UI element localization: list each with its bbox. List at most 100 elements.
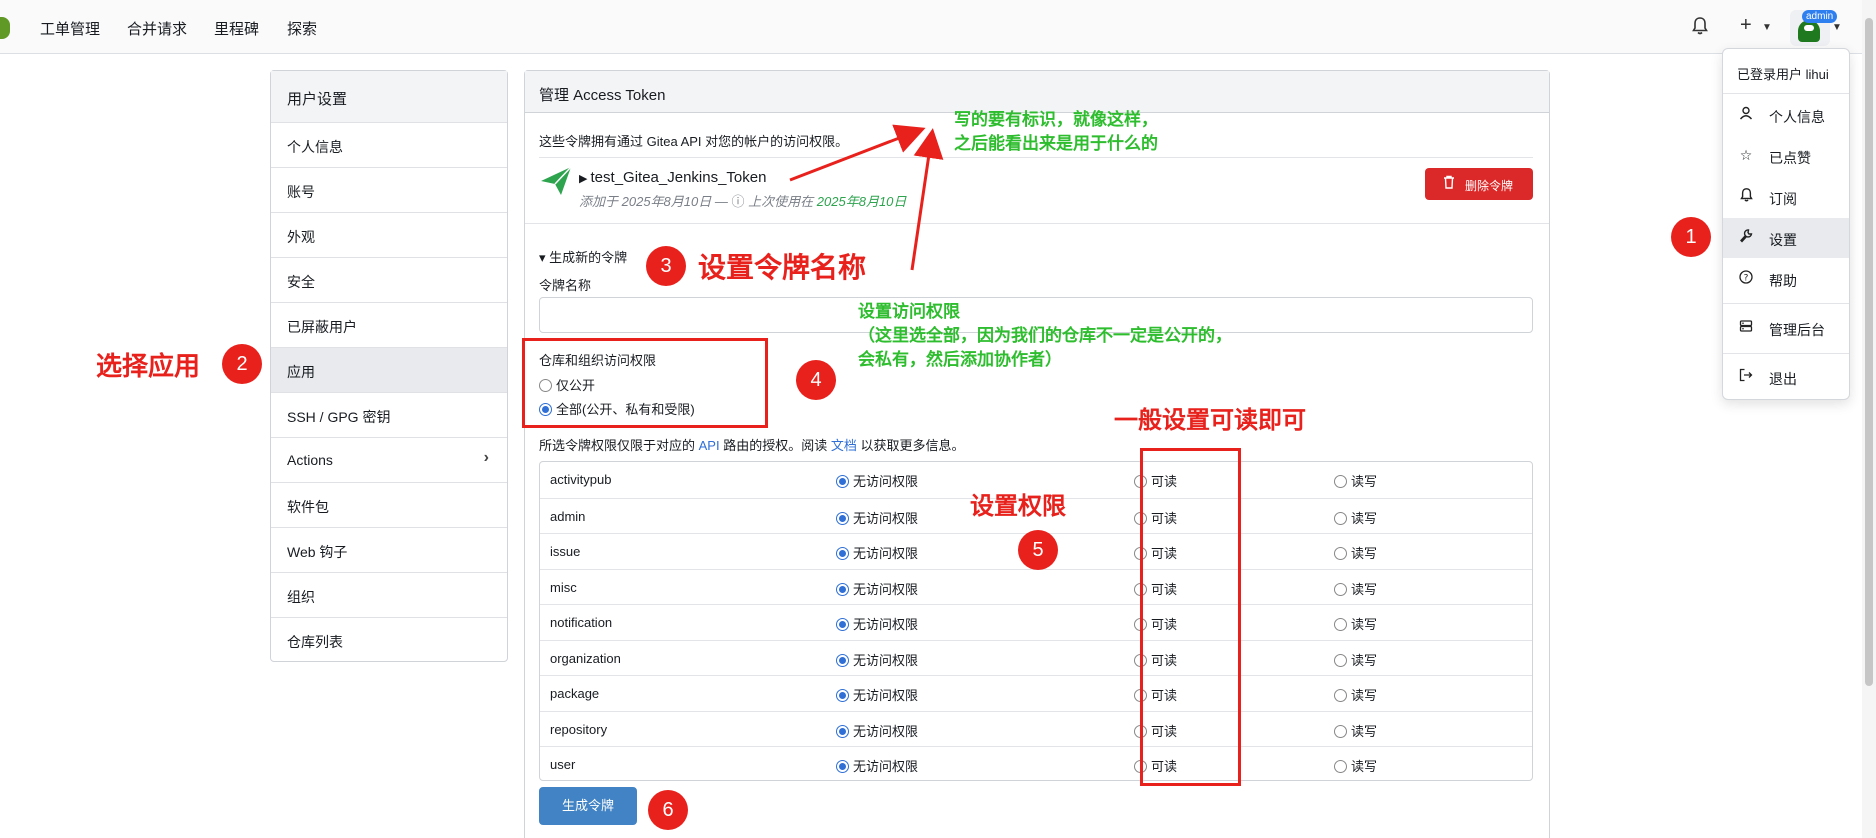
nav-issues[interactable]: 工单管理 [40,18,100,39]
option-no-access[interactable]: 无访问权限 [836,721,918,740]
option-no-access[interactable]: 无访问权限 [836,650,918,669]
radio-button[interactable] [1334,653,1347,667]
sidebar-item-repositories[interactable]: 仓库列表 [271,617,507,662]
permission-row-notification: notification 无访问权限 可读 读写 [540,604,1532,640]
nav-explore[interactable]: 探索 [287,18,317,39]
annotation-read-enough: 一般设置可读即可 [1114,407,1306,434]
annotation-access-hint: 设置访问权限 （这里选全部，因为我们的仓库不一定是公开的， 会私有，然后添加协作… [858,302,1232,369]
generate-token-button[interactable]: 生成令牌 [539,787,637,825]
nav-milestones[interactable]: 里程碑 [214,18,259,39]
radio-button-selected[interactable] [836,760,849,773]
sidebar-item-ssh-gpg-keys[interactable]: SSH / GPG 密钥 [271,392,507,437]
radio-button-selected[interactable] [836,475,849,488]
settings-sidebar: 用户设置 个人信息 账号 外观 安全 已屏蔽用户 应用 SSH / GPG 密钥… [270,70,508,662]
sidebar-item-appearance[interactable]: 外观 [271,212,507,257]
radio-button-selected[interactable] [836,547,849,560]
sidebar-header: 用户设置 [271,71,507,122]
scrollbar-thumb[interactable] [1865,18,1873,686]
radio-button-selected[interactable] [836,582,849,596]
option-no-access[interactable]: 无访问权限 [836,471,918,490]
permission-name: misc [550,579,577,595]
paper-plane-icon [541,166,572,195]
menu-item-profile[interactable]: 个人信息 [1723,95,1849,135]
token-meta: 添加于 2025年8月10日 — ⓘ 上次使用在 2025年8月10日 [579,194,907,209]
user-caret-icon[interactable]: ▼ [1832,22,1842,33]
gitea-logo[interactable] [0,17,10,39]
permission-name: notification [550,615,613,630]
sidebar-item-packages[interactable]: 软件包 [271,482,507,527]
create-caret-icon[interactable]: ▼ [1762,22,1772,33]
option-read-write[interactable]: 读写 [1334,471,1377,490]
menu-item-settings[interactable]: 设置 [1723,218,1849,258]
option-read-write[interactable]: 读写 [1334,650,1377,669]
user-icon [1737,106,1755,123]
generate-token-summary[interactable]: ▾ 生成新的令牌 [539,247,627,266]
radio-button[interactable] [1334,689,1347,702]
menu-item-site-admin[interactable]: 管理后台 [1723,308,1849,348]
sidebar-item-blocked-users[interactable]: 已屏蔽用户 [271,302,507,347]
menu-item-subscriptions[interactable]: 订阅 [1723,177,1849,217]
option-read-write[interactable]: 读写 [1334,756,1377,775]
chevron-right-icon: › [483,449,489,466]
option-no-access[interactable]: 无访问权限 [836,543,918,562]
option-read-write[interactable]: 读写 [1334,508,1377,527]
divider [1723,303,1849,304]
option-no-access[interactable]: 无访问权限 [836,579,918,598]
page: 工单管理 合并请求 里程碑 探索 + ▼ admin ▼ 已登录用户 lihui… [0,0,1876,838]
menu-item-sign-out[interactable]: 退出 [1723,357,1849,397]
sidebar-item-security[interactable]: 安全 [271,257,507,302]
step-marker-1: 1 [1671,217,1711,257]
notification-bell-icon[interactable] [1692,17,1708,35]
radio-button[interactable] [1334,724,1347,738]
sidebar-item-profile[interactable]: 个人信息 [271,122,507,167]
option-read-write[interactable]: 读写 [1334,579,1377,598]
sidebar-item-applications[interactable]: 应用 [271,347,507,392]
bell-icon [1737,188,1755,205]
api-link[interactable]: API [699,438,720,453]
radio-button[interactable] [1334,760,1347,773]
step-marker-3: 3 [646,246,686,286]
option-read-write[interactable]: 读写 [1334,721,1377,740]
option-read-write[interactable]: 读写 [1334,614,1377,633]
sidebar-item-organizations[interactable]: 组织 [271,572,507,617]
radio-button-selected[interactable] [836,618,849,631]
step-marker-4: 4 [796,360,836,400]
top-navbar: 工单管理 合并请求 里程碑 探索 + ▼ admin ▼ [0,0,1876,54]
radio-button-selected[interactable] [836,511,849,525]
option-no-access[interactable]: 无访问权限 [836,614,918,633]
menu-item-starred[interactable]: ☆ 已点赞 [1723,136,1849,176]
menu-item-help[interactable]: ? 帮助 [1723,259,1849,299]
annotation-set-token-name: 设置令牌名称 [698,252,867,283]
server-icon [1737,319,1755,336]
permission-description: 所选令牌权限仅限于对应的 API 路由的授权。阅读 文档 以获取更多信息。 [539,438,965,453]
sign-out-icon [1737,368,1755,385]
option-read-write[interactable]: 读写 [1334,543,1377,562]
delete-token-button[interactable]: 删除令牌 [1425,168,1533,200]
permission-name: user [550,757,576,772]
radio-button[interactable] [1334,475,1347,488]
sidebar-item-webhooks[interactable]: Web 钩子 [271,527,507,572]
radio-button-selected[interactable] [836,653,849,667]
radio-button-selected[interactable] [836,689,849,702]
option-read-write[interactable]: 读写 [1334,685,1377,704]
highlight-box-repo-access [522,338,768,428]
step-marker-2: 2 [222,344,262,384]
radio-button[interactable] [1334,618,1347,631]
annotation-name-hint: 写的要有标识，就像这样， 之后能看出来是用于什么的 [954,110,1158,153]
radio-button[interactable] [1334,547,1347,560]
divider [525,223,1549,224]
step-marker-5: 5 [1018,530,1058,570]
sidebar-item-account[interactable]: 账号 [271,167,507,212]
docs-link[interactable]: 文档 [831,438,857,453]
option-no-access[interactable]: 无访问权限 [836,756,918,775]
radio-button[interactable] [1334,511,1347,525]
token-name[interactable]: ▶ test_Gitea_Jenkins_Token [579,169,766,186]
option-no-access[interactable]: 无访问权限 [836,508,918,527]
create-plus-icon[interactable]: + [1740,14,1752,37]
radio-button-selected[interactable] [836,724,849,738]
sidebar-item-actions[interactable]: Actions › [271,437,507,482]
nav-pull-requests[interactable]: 合并请求 [127,18,187,39]
option-no-access[interactable]: 无访问权限 [836,685,918,704]
radio-button[interactable] [1334,582,1347,596]
permission-row-misc: misc 无访问权限 可读 读写 [540,568,1532,605]
